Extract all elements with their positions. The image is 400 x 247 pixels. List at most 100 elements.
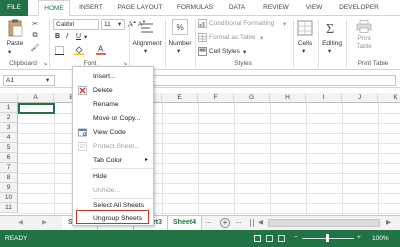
editing-label[interactable]: Editing	[319, 40, 345, 47]
page-break-view-icon[interactable]	[278, 235, 285, 242]
row-header[interactable]: 6	[0, 153, 18, 163]
more-sheets-right[interactable]: ...	[236, 218, 241, 225]
new-sheet-icon[interactable]: +	[220, 218, 230, 228]
scroll-right-icon[interactable]: ▶	[386, 218, 391, 226]
chevron-down-icon[interactable]: ▾	[243, 48, 246, 56]
paste-dropdown-icon[interactable]: ▾	[8, 48, 11, 56]
row-header[interactable]: 8	[0, 173, 18, 183]
more-sheets[interactable]: ...	[206, 218, 211, 225]
menu-item-view-code[interactable]: View Code	[73, 126, 153, 139]
scroll-left-icon[interactable]: ◀	[18, 218, 23, 226]
sheet-tab-4[interactable]: Sheet4	[168, 216, 202, 230]
alignment-label[interactable]: Alignment	[131, 40, 163, 47]
format-as-table-button[interactable]: Format as Table	[209, 34, 255, 41]
menu-item-tab-color[interactable]: Tab Color ▸	[73, 154, 153, 167]
format-table-icon[interactable]	[198, 33, 207, 42]
print-icon[interactable]	[355, 19, 373, 33]
scroll-right-icon[interactable]: ▶	[42, 218, 47, 226]
tab-developer[interactable]: DEVELOPER	[334, 0, 384, 16]
row-header[interactable]: 3	[0, 123, 18, 133]
print-label-line2[interactable]: Table	[350, 43, 378, 50]
format-painter-icon[interactable]: 🖌	[30, 43, 40, 53]
menu-item-delete[interactable]: Delete	[73, 84, 153, 97]
number-label[interactable]: Number	[166, 40, 194, 47]
cell-styles-button[interactable]: Cell Styles	[209, 48, 240, 55]
italic-icon[interactable]: I	[66, 33, 68, 40]
menu-item-move-copy[interactable]: Move or Copy...	[73, 112, 153, 125]
editing-icon[interactable]: Σ	[323, 19, 341, 37]
chevron-down-icon[interactable]: ▾	[260, 34, 263, 42]
cell-styles-icon[interactable]	[198, 47, 207, 56]
row-header[interactable]: 7	[0, 163, 18, 173]
cells-icon[interactable]	[296, 19, 314, 37]
conditional-formatting-icon[interactable]	[198, 19, 207, 28]
column-header[interactable]: K	[378, 93, 400, 103]
zoom-level[interactable]: 100%	[372, 235, 389, 242]
menu-item-insert[interactable]: Insert...	[73, 70, 153, 83]
menu-item-hide[interactable]: Hide	[73, 170, 153, 183]
page-layout-view-icon[interactable]	[266, 235, 273, 242]
paste-button-label[interactable]: Paste	[3, 40, 27, 47]
font-color-icon[interactable]: A	[95, 44, 107, 55]
print-label-line1[interactable]: Print	[350, 35, 378, 42]
borders-icon[interactable]	[53, 45, 65, 55]
zoom-in-icon[interactable]: +	[357, 234, 361, 241]
tab-insert[interactable]: INSERT	[74, 0, 108, 16]
worksheet-grid[interactable]: A B C D E F G H I J K 1 2 3 4 5 6 7 8 9 …	[0, 93, 400, 215]
tab-file[interactable]: FILE	[0, 0, 28, 16]
row-header[interactable]: 9	[0, 183, 18, 193]
formula-input[interactable]	[140, 75, 396, 86]
menu-item-unhide[interactable]: Unhide...	[73, 184, 153, 197]
column-header[interactable]: G	[234, 93, 270, 103]
split-handle-icon[interactable]	[250, 219, 254, 227]
chevron-down-icon[interactable]: ▾	[118, 20, 121, 28]
row-header[interactable]: 1	[0, 103, 18, 113]
bold-icon[interactable]: B	[55, 33, 60, 40]
dialog-launcher-icon[interactable]: ↘	[42, 60, 48, 68]
horizontal-scrollbar[interactable]	[268, 219, 380, 227]
underline-dropdown-icon[interactable]: ▾	[84, 33, 87, 41]
normal-view-icon[interactable]	[254, 235, 261, 242]
column-header[interactable]: E	[162, 93, 198, 103]
tab-home[interactable]: HOME	[38, 0, 70, 17]
cut-icon[interactable]: ✂	[30, 19, 40, 29]
row-header[interactable]: 10	[0, 193, 18, 203]
active-cell[interactable]	[18, 103, 55, 114]
zoom-slider-thumb[interactable]	[326, 234, 329, 242]
tab-page-layout[interactable]: PAGE LAYOUT	[112, 0, 168, 16]
tab-review[interactable]: REVIEW	[258, 0, 294, 16]
fill-color-icon[interactable]	[73, 45, 85, 55]
font-name-field[interactable]: Calibri	[53, 19, 99, 30]
row-header[interactable]: 2	[0, 113, 18, 123]
chevron-down-icon[interactable]: ▾	[328, 47, 331, 55]
zoom-out-icon[interactable]: −	[294, 234, 298, 241]
column-header[interactable]: F	[198, 93, 234, 103]
chevron-down-icon[interactable]: ▾	[283, 20, 286, 28]
cells-label[interactable]: Cells	[294, 40, 316, 47]
underline-icon[interactable]: U	[76, 33, 81, 40]
scroll-left-icon[interactable]: ◀	[258, 218, 263, 226]
tab-formulas[interactable]: FORMULAS	[172, 0, 218, 16]
alignment-icon[interactable]	[138, 20, 156, 36]
column-header[interactable]: A	[18, 93, 54, 103]
percent-icon[interactable]: %	[172, 19, 188, 35]
conditional-formatting-button[interactable]: Conditional Formatting	[209, 20, 274, 27]
row-header[interactable]: 4	[0, 133, 18, 143]
chevron-down-icon[interactable]: ▾	[144, 47, 147, 55]
font-size-field[interactable]: 11	[101, 19, 125, 30]
column-header[interactable]: J	[342, 93, 378, 103]
chevron-down-icon[interactable]: ▾	[302, 47, 305, 55]
column-header[interactable]: H	[270, 93, 306, 103]
chevron-down-icon[interactable]: ▾	[177, 47, 180, 55]
tab-data[interactable]: DATA	[224, 0, 250, 16]
copy-icon[interactable]: ⧉	[30, 31, 40, 41]
paste-icon[interactable]	[6, 19, 24, 37]
chevron-down-icon[interactable]: ▾	[46, 76, 49, 84]
row-header[interactable]: 5	[0, 143, 18, 153]
tab-view[interactable]: VIEW	[300, 0, 328, 16]
select-all-corner[interactable]	[0, 93, 18, 103]
row-header[interactable]: 11	[0, 203, 18, 213]
column-header[interactable]: I	[306, 93, 342, 103]
menu-item-rename[interactable]: Rename	[73, 98, 153, 111]
menu-item-protect-sheet[interactable]: Protect Sheet...	[73, 140, 153, 153]
